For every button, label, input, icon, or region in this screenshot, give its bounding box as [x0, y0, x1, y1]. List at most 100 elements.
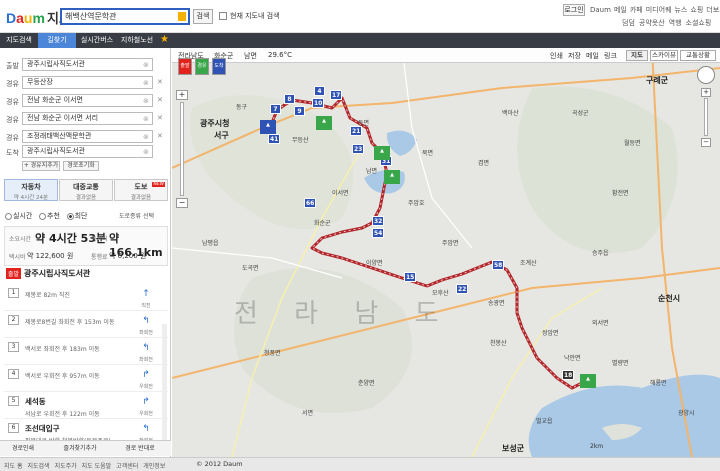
route-step[interactable]: 5 세석동 서남로 우회전 후 122m 이동 ↱ 우회전	[4, 392, 168, 419]
route-badge[interactable]: 9	[294, 106, 305, 116]
mail-map-link[interactable]: 메일	[586, 51, 599, 61]
remove-waypoint-icon[interactable]: ✕	[157, 114, 163, 122]
footer-link[interactable]: 고객센터	[116, 463, 138, 470]
favorite-star-icon[interactable]: ★	[160, 34, 169, 45]
route-badge[interactable]: 15	[404, 272, 417, 282]
right-zoom-out-button[interactable]: −	[701, 138, 711, 147]
view-traffic-button[interactable]: 교통상황	[680, 50, 716, 61]
footer-link[interactable]: 개인정보	[143, 463, 165, 470]
link-map-link[interactable]: 링크	[604, 51, 617, 61]
topnav-link[interactable]: 쇼핑	[690, 6, 703, 14]
remove-waypoint-icon[interactable]: ✕	[157, 96, 163, 104]
mode-walk[interactable]: 도보 결과없음 NEW	[114, 179, 168, 201]
radio-realtime[interactable]	[5, 212, 12, 220]
via-input[interactable]: 전남 화순군 이서면	[22, 94, 153, 107]
clear-icon[interactable]: ⊗	[143, 97, 149, 105]
via-marker-icon[interactable]: ▲	[384, 170, 400, 184]
footer-link[interactable]: 지도주가	[55, 463, 77, 470]
clear-icon[interactable]: ⊗	[143, 148, 149, 156]
topnav-link[interactable]: 더보기	[706, 6, 720, 14]
right-zoom-in-button[interactable]: +	[701, 88, 711, 97]
steps-scrollbar[interactable]	[162, 324, 167, 454]
road-type-select[interactable]: 도로종류 선택	[119, 211, 154, 220]
start-flag-button[interactable]: 출발	[178, 58, 192, 75]
clear-icon[interactable]: ⊗	[143, 115, 149, 123]
route-badge[interactable]: 23	[352, 144, 365, 154]
reverse-route-button[interactable]: 경로 반대로	[115, 443, 165, 455]
end-input[interactable]: 광주시립사직도서관	[22, 145, 153, 158]
compass-icon[interactable]	[697, 66, 715, 84]
route-badge[interactable]: 58	[492, 260, 505, 270]
reset-route-button[interactable]: 경로초기화	[63, 161, 99, 171]
print-map-link[interactable]: 인쇄	[550, 51, 563, 61]
route-badge[interactable]: 18	[562, 370, 575, 380]
add-favorite-button[interactable]: 즐겨찾기추가	[55, 443, 105, 455]
footer-link[interactable]: 지도 도움말	[82, 463, 112, 470]
zoom-in-button[interactable]: +	[176, 90, 188, 100]
remove-waypoint-icon[interactable]: ✕	[157, 78, 163, 86]
subnav-link[interactable]: 역행	[669, 19, 682, 27]
map-search-checkbox[interactable]	[219, 12, 227, 20]
clear-icon[interactable]: ⊗	[143, 61, 149, 69]
route-step[interactable]: 1 제봉로 82m 직진 ↑ 직진	[4, 284, 168, 311]
tab-subway[interactable]: 지하철노선	[118, 33, 156, 48]
dropdown-icon[interactable]	[178, 12, 186, 21]
zoom-out-button[interactable]: −	[176, 198, 188, 208]
subnav-link[interactable]: 소셜쇼핑	[686, 19, 712, 27]
topnav-link[interactable]: 미디어퀘	[646, 6, 672, 14]
topnav-link[interactable]: 뉴스	[674, 6, 687, 14]
radio-shortest[interactable]	[66, 212, 74, 220]
start-input[interactable]: 광주시립사직도서관	[22, 58, 153, 71]
route-badge[interactable]: 7	[270, 104, 281, 114]
route-badge[interactable]: 32	[372, 216, 385, 226]
via-input[interactable]: 조정래태백산맥문학관	[22, 130, 153, 143]
topnav-link[interactable]: Daum	[590, 6, 611, 14]
clear-icon[interactable]: ⊗	[143, 133, 149, 141]
route-badge[interactable]: 8	[284, 94, 295, 104]
login-button[interactable]: 로그인	[563, 4, 585, 16]
route-step[interactable]: 2 제봉로8번길 좌회전 후 153m 이동 ↰ 좌회전	[4, 311, 168, 338]
remove-waypoint-icon[interactable]: ✕	[157, 132, 163, 140]
via-flag-button[interactable]: 경유	[195, 58, 209, 75]
via-input[interactable]: 전남 화순군 이서면 서리	[22, 112, 153, 125]
search-input[interactable]	[62, 10, 174, 23]
tab-realtime-bus[interactable]: 실시간버스	[76, 33, 118, 48]
route-badge[interactable]: 4	[314, 86, 325, 96]
clear-icon[interactable]: ⊗	[143, 79, 149, 87]
end-marker-icon[interactable]: ▲	[260, 120, 276, 134]
route-badge[interactable]: 54	[372, 228, 385, 238]
save-map-link[interactable]: 저장	[568, 51, 581, 61]
map-view[interactable]: 전라남도 화순군 남면 29.6°C 인쇄 저장 메일 링크 지도 스카이뷰 교…	[172, 48, 720, 457]
radio-recommend[interactable]	[39, 212, 47, 220]
via-marker-icon[interactable]: ▲	[580, 374, 596, 388]
view-skyview-button[interactable]: 스카이뷰	[650, 50, 678, 61]
mode-transit[interactable]: 대중교통 결과없음	[59, 179, 113, 201]
route-badge[interactable]: 41	[268, 134, 281, 144]
via-marker-icon[interactable]: ▲	[316, 116, 332, 130]
end-flag-button[interactable]: 도착	[212, 58, 226, 75]
route-step[interactable]: 4 백서로 우회전 후 957m 이동 ↱ 우회전	[4, 365, 168, 392]
zoom-slider[interactable]	[180, 102, 184, 196]
route-badge[interactable]: 22	[456, 284, 469, 294]
route-badge[interactable]: 10	[312, 98, 325, 108]
topnav-link[interactable]: 카페	[630, 6, 643, 14]
footer-link[interactable]: 지도검색	[27, 463, 49, 470]
topnav-link[interactable]: 메일	[614, 6, 627, 14]
route-badge[interactable]: 66	[304, 198, 317, 208]
route-badge[interactable]: 21	[350, 126, 363, 136]
subnav-link[interactable]: 덤덤	[622, 19, 635, 27]
view-map-button[interactable]: 지도	[626, 50, 648, 61]
mode-car[interactable]: 자동차 약 4시간 24분	[4, 179, 58, 201]
via-input[interactable]: 무등산장	[22, 76, 153, 89]
district-selector[interactable]: 남면	[244, 51, 257, 61]
print-route-button[interactable]: 경로인쇄	[4, 443, 42, 455]
subnav-link[interactable]: 공약옷산	[639, 19, 665, 27]
route-badge[interactable]: 17	[330, 90, 343, 100]
footer-link[interactable]: 지도 홈	[4, 463, 22, 470]
right-zoom-slider[interactable]	[704, 98, 708, 136]
add-waypoint-button[interactable]: + 경유지추가	[22, 161, 60, 171]
via-marker-icon[interactable]: ▲	[374, 146, 390, 160]
route-step[interactable]: 3 백서로 좌회전 후 183m 이동 ↰ 좌회전	[4, 338, 168, 365]
tab-directions[interactable]: 길찾기	[38, 33, 76, 48]
search-button[interactable]: 검색	[193, 9, 213, 24]
